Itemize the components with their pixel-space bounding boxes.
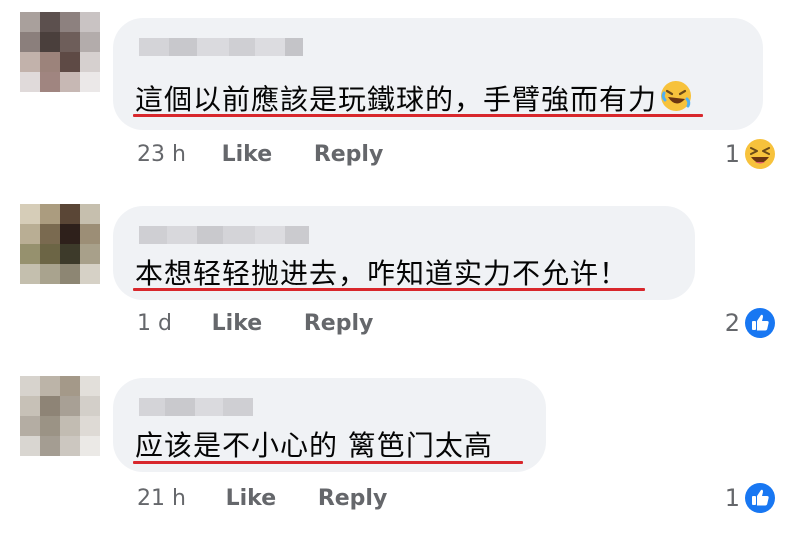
like-button[interactable]: Like: [222, 142, 273, 167]
reaction-summary[interactable]: 2: [725, 307, 776, 339]
reply-button[interactable]: Reply: [314, 142, 384, 167]
comment-meta: 23 h Like Reply: [137, 142, 383, 167]
comment-text: 本想轻轻抛进去，咋知道实力不允许！: [135, 257, 629, 290]
comment-text: 应该是不小心的 篱笆门太高: [135, 429, 493, 462]
reaction-count: 1: [724, 140, 740, 168]
reply-button[interactable]: Reply: [318, 486, 388, 511]
comment-3: 应该是不小心的 篱笆门太高 21 h Like Reply 1: [0, 360, 800, 541]
reaction-summary[interactable]: 1: [725, 138, 776, 170]
red-underline: [133, 461, 523, 464]
red-underline: [133, 114, 703, 117]
reaction-summary[interactable]: 1: [725, 482, 776, 514]
comment-1: 這個以前應該是玩鐵球的，手臂強而有力 23 h Like Reply 1: [0, 0, 800, 180]
like-thumb-icon: [745, 483, 775, 513]
timestamp[interactable]: 23 h: [137, 142, 186, 167]
rofl-emoji-icon: [661, 81, 692, 111]
comment-bubble: 本想轻轻抛进去，咋知道实力不允许！: [113, 206, 695, 300]
comment-text: 這個以前應該是玩鐵球的，手臂強而有力: [135, 78, 693, 118]
like-button[interactable]: Like: [212, 311, 263, 336]
like-button[interactable]: Like: [226, 486, 277, 511]
reply-button[interactable]: Reply: [304, 311, 374, 336]
author-name-blurred[interactable]: [139, 398, 253, 416]
comment-meta: 1 d Like Reply: [137, 311, 373, 336]
avatar[interactable]: [20, 376, 100, 456]
comment-2: 本想轻轻抛进去，咋知道实力不允许！ 1 d Like Reply 2: [0, 180, 800, 360]
like-thumb-icon: [745, 308, 775, 338]
author-name-blurred[interactable]: [139, 38, 303, 56]
timestamp[interactable]: 1 d: [137, 311, 172, 336]
laughing-emoji-icon: [745, 139, 775, 169]
comment-bubble: 应该是不小心的 篱笆门太高: [113, 378, 546, 472]
reaction-count: 2: [724, 309, 740, 337]
reaction-count: 1: [724, 484, 740, 512]
avatar[interactable]: [20, 12, 100, 92]
red-underline: [133, 288, 645, 291]
avatar[interactable]: [20, 204, 100, 284]
comment-meta: 21 h Like Reply: [137, 486, 387, 511]
timestamp[interactable]: 21 h: [137, 486, 186, 511]
author-name-blurred[interactable]: [139, 226, 309, 244]
